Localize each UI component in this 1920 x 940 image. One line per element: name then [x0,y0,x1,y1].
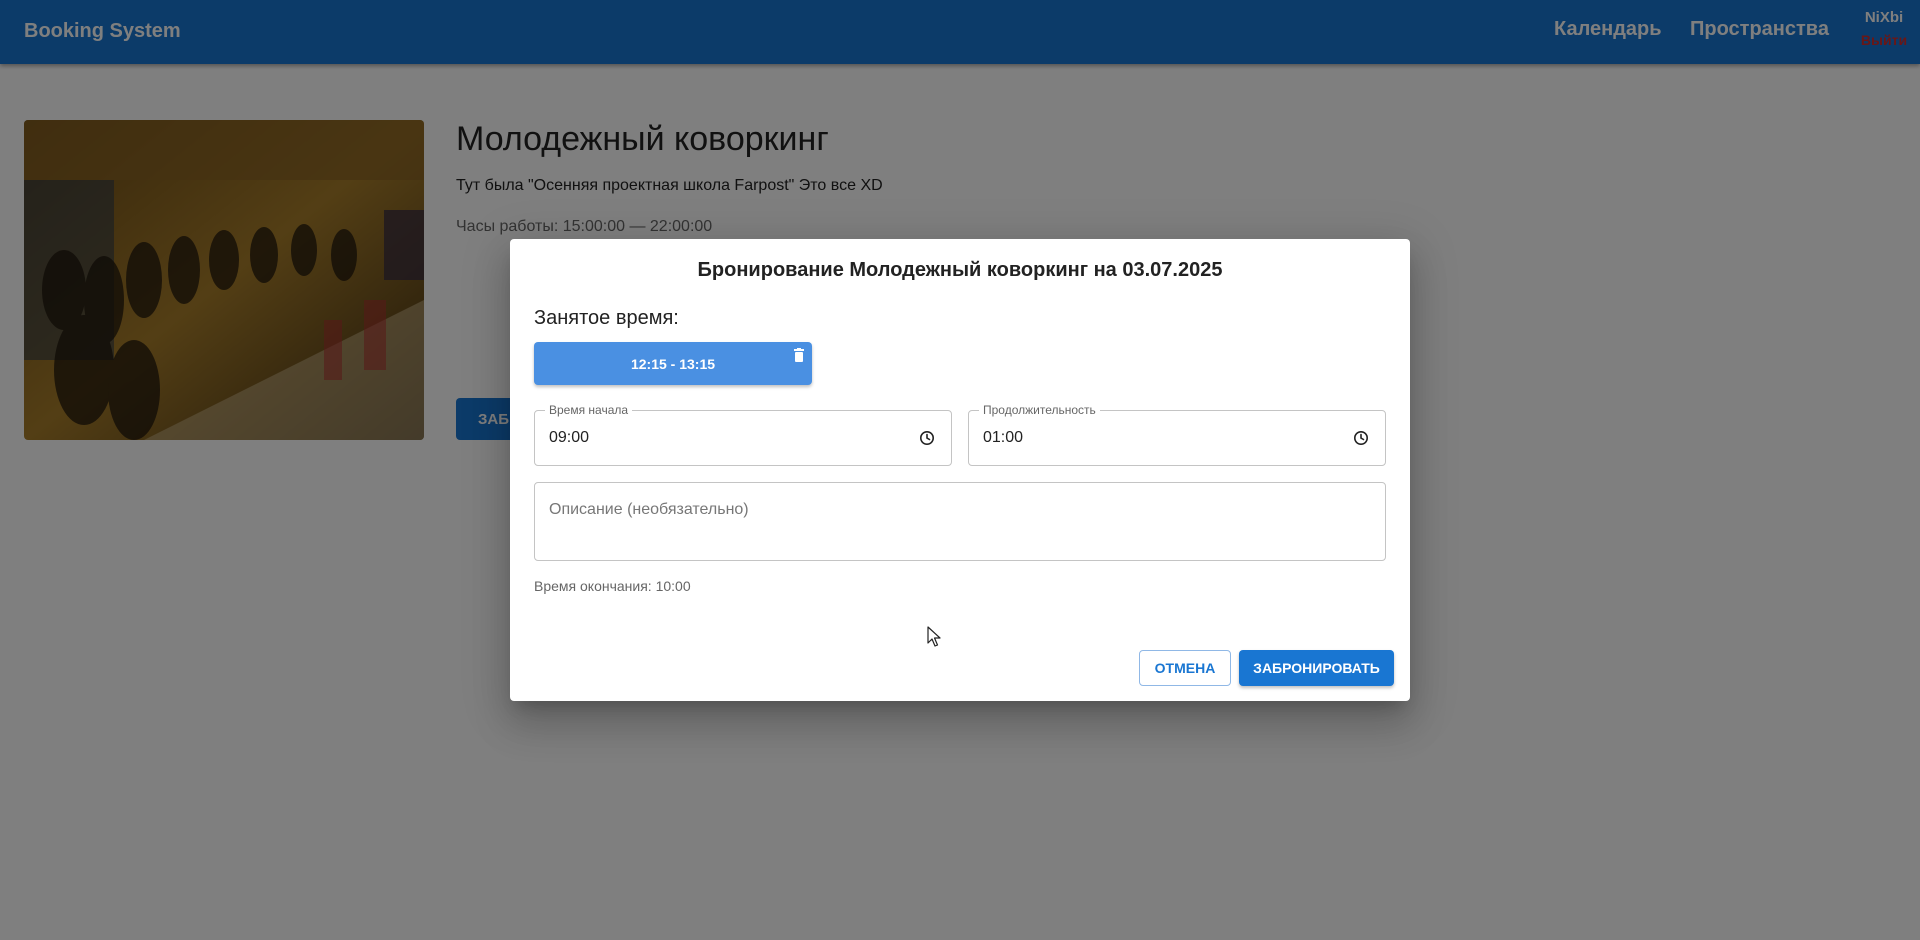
dialog-title: Бронирование Молодежный коворкинг на 03.… [697,259,1223,281]
description-placeholder: Описание (необязательно) [549,501,749,518]
trash-icon[interactable] [793,348,805,362]
description-field[interactable]: Описание (необязательно) [534,482,1386,561]
cancel-button[interactable]: ОТМЕНА [1139,650,1231,686]
start-time-field[interactable]: Время начала 09:00 [534,403,952,466]
clock-icon[interactable] [1353,430,1369,446]
busy-slot-time: 12:15 - 13:15 [630,356,716,372]
duration-value[interactable]: 01:00 [983,429,1023,447]
duration-label: Продолжительность [979,403,1100,417]
start-time-value[interactable]: 09:00 [549,429,589,447]
end-time-text: Время окончания: 10:00 [534,578,691,594]
busy-time-label: Занятое время: [534,307,679,329]
clock-icon[interactable] [919,430,935,446]
mouse-cursor-icon [927,626,941,647]
busy-slot: 12:15 - 13:15 [534,342,812,385]
submit-booking-button[interactable]: ЗАБРОНИРОВАТЬ [1239,650,1394,686]
booking-dialog: Бронирование Молодежный коворкинг на 03.… [510,239,1410,701]
duration-field[interactable]: Продолжительность 01:00 [968,403,1386,466]
start-time-label: Время начала [545,403,633,417]
